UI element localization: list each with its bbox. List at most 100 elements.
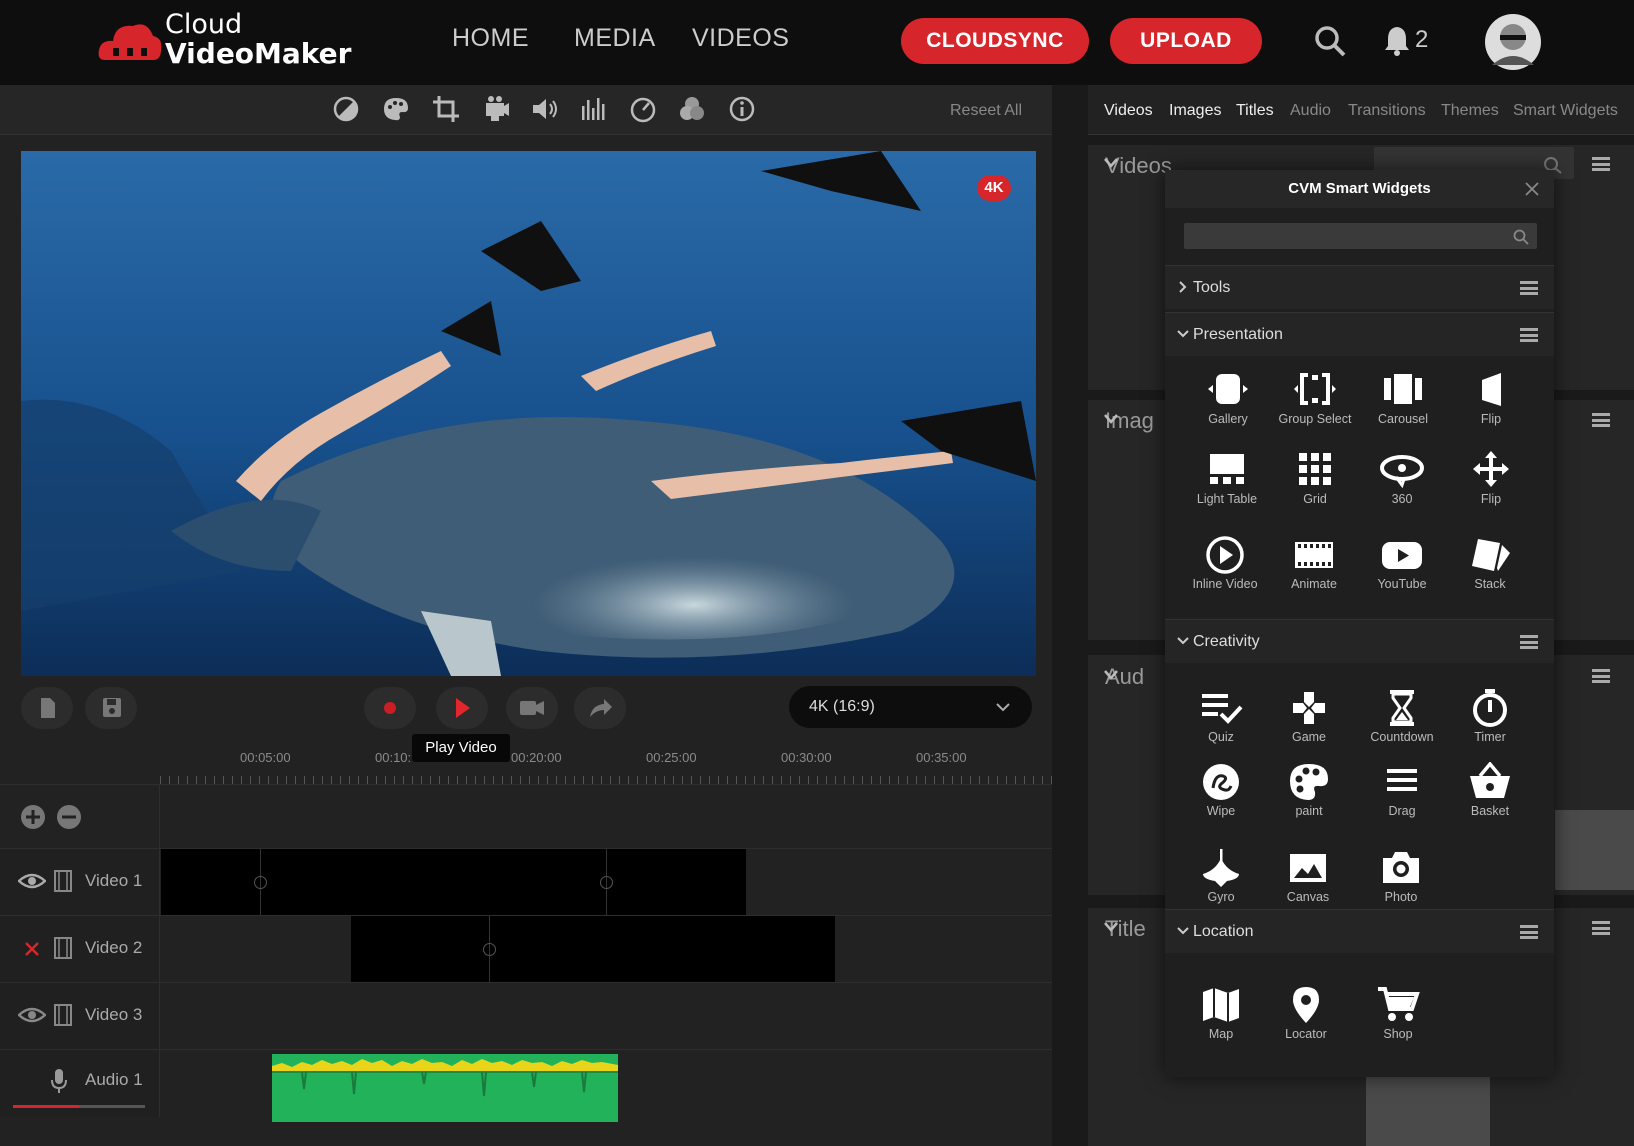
hidden-x-icon[interactable] (24, 941, 40, 957)
nav-videos[interactable]: VIDEOS (692, 24, 789, 53)
resolution-select[interactable]: 4K (16:9) (789, 686, 1032, 728)
widget-stack[interactable]: Stack (1450, 535, 1530, 591)
tab-titles[interactable]: Titles (1236, 102, 1274, 120)
video-clip[interactable] (351, 916, 835, 983)
widget-inline-video[interactable]: Inline Video (1185, 535, 1265, 591)
menu-icon[interactable] (1520, 328, 1538, 342)
cloudsync-button[interactable]: CLOUDSYNC (901, 18, 1089, 64)
chevron-right-icon (1179, 281, 1187, 293)
menu-icon[interactable] (1520, 635, 1538, 649)
widget-animate[interactable]: Animate (1274, 535, 1354, 591)
new-file-button[interactable] (21, 687, 73, 729)
widget-360[interactable]: 360 (1362, 450, 1442, 506)
widget-timer[interactable]: Timer (1450, 688, 1530, 744)
contrast-icon[interactable] (331, 94, 361, 124)
avatar[interactable] (1484, 13, 1542, 71)
widget-drag[interactable]: Drag (1362, 762, 1442, 818)
zoom-in-icon[interactable] (20, 804, 46, 830)
widget-flip-move[interactable]: Flip (1451, 450, 1531, 506)
widget-wipe[interactable]: Wipe (1181, 762, 1261, 818)
nav-home[interactable]: HOME (452, 24, 529, 53)
record-button[interactable] (364, 687, 416, 729)
eye-icon[interactable] (18, 1005, 46, 1025)
track-header: Video 2 (0, 916, 160, 983)
widget-paint[interactable]: paint (1269, 762, 1349, 818)
track-name: Video 1 (85, 871, 143, 890)
asset-thumbnail[interactable] (1366, 1070, 1490, 1146)
menu-icon[interactable] (1520, 281, 1538, 295)
tab-audio[interactable]: Audio (1290, 102, 1331, 120)
tab-transitions[interactable]: Transitions (1348, 102, 1426, 120)
widget-label: Countdown (1370, 730, 1434, 744)
reset-all-button[interactable]: Reseet All (950, 102, 1022, 120)
widget-game[interactable]: Game (1269, 688, 1349, 744)
tab-images[interactable]: Images (1169, 102, 1221, 120)
film-strip-icon (54, 937, 72, 959)
play-button[interactable] (436, 687, 488, 729)
upload-button[interactable]: UPLOAD (1110, 18, 1262, 64)
widget-locator[interactable]: Locator (1266, 985, 1346, 1041)
widget-label: Group Select (1278, 412, 1352, 426)
audio-clip[interactable] (272, 1054, 618, 1122)
menu-icon[interactable] (1592, 669, 1610, 683)
widget-flip[interactable]: Flip (1451, 370, 1531, 426)
menu-icon[interactable] (1520, 925, 1538, 939)
share-button[interactable] (574, 687, 626, 729)
widget-gyro[interactable]: Gyro (1181, 848, 1261, 904)
save-button[interactable] (85, 687, 137, 729)
search-icon[interactable] (1313, 24, 1347, 58)
menu-icon[interactable] (1592, 413, 1610, 427)
eye-icon[interactable] (18, 871, 46, 891)
palette-tool-icon[interactable] (381, 94, 411, 124)
asset-thumbnail[interactable] (1555, 810, 1634, 890)
widget-carousel[interactable]: Carousel (1363, 370, 1443, 426)
video-preview[interactable]: 4K (21, 151, 1036, 676)
drag-icon (1387, 769, 1417, 791)
tab-videos[interactable]: Videos (1104, 102, 1153, 120)
bell-icon[interactable] (1383, 24, 1411, 56)
video-camera-tool-icon[interactable] (481, 94, 511, 124)
widget-search-input[interactable] (1184, 223, 1537, 249)
track-header: Audio 1 (0, 1050, 160, 1117)
tab-themes[interactable]: Themes (1441, 102, 1499, 120)
widget-canvas[interactable]: Canvas (1268, 848, 1348, 904)
speed-icon[interactable] (628, 94, 658, 124)
section-tools[interactable]: Tools (1165, 265, 1554, 309)
color-mix-icon[interactable] (677, 94, 707, 124)
widget-shop[interactable]: Shop (1358, 985, 1438, 1041)
timeline-tick: 00:05:00 (240, 750, 291, 765)
close-icon[interactable] (1525, 182, 1539, 196)
video-camera-icon (520, 701, 544, 715)
timeline-ruler[interactable] (160, 776, 1052, 784)
menu-icon[interactable] (1592, 921, 1610, 935)
info-icon[interactable] (727, 94, 757, 124)
crop-icon[interactable] (431, 94, 461, 124)
widget-map[interactable]: Map (1181, 985, 1261, 1041)
tab-smart-widgets[interactable]: Smart Widgets (1513, 102, 1618, 120)
section-label: Location (1193, 923, 1254, 940)
widget-group-select[interactable]: Group Select (1275, 370, 1355, 426)
section-location[interactable]: Location (1165, 909, 1554, 953)
widget-grid[interactable]: Grid (1275, 450, 1355, 506)
brand-logo[interactable]: Cloud VideoMaker (165, 10, 351, 68)
camera-button[interactable] (506, 687, 558, 729)
video-clip[interactable] (161, 849, 746, 916)
game-icon (1293, 692, 1325, 724)
equalizer-icon[interactable] (579, 94, 609, 124)
nav-media[interactable]: MEDIA (574, 24, 656, 53)
widget-countdown[interactable]: Countdown (1362, 688, 1442, 744)
widget-photo[interactable]: Photo (1361, 848, 1441, 904)
widget-label: Photo (1384, 890, 1418, 904)
section-creativity[interactable]: Creativity (1165, 619, 1554, 663)
widget-basket[interactable]: Basket (1450, 762, 1530, 818)
widget-light-table[interactable]: Light Table (1187, 450, 1267, 506)
widget-quiz[interactable]: Quiz (1181, 688, 1261, 744)
widget-youtube[interactable]: YouTube (1362, 535, 1442, 591)
section-presentation[interactable]: Presentation (1165, 312, 1554, 356)
widget-gallery[interactable]: Gallery (1188, 370, 1268, 426)
widget-search-icon[interactable] (1513, 229, 1529, 245)
record-icon (384, 702, 396, 714)
menu-icon[interactable] (1592, 157, 1610, 171)
volume-icon[interactable] (530, 94, 560, 124)
zoom-out-icon[interactable] (56, 804, 82, 830)
